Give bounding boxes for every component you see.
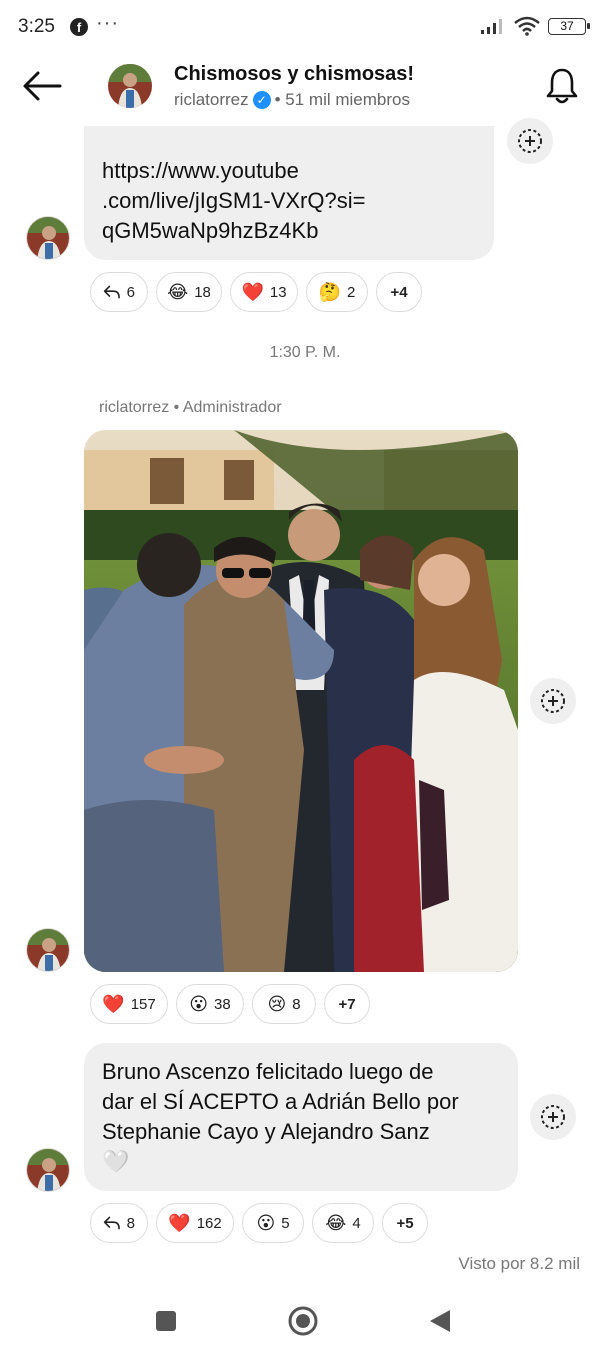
add-reaction-button[interactable] bbox=[507, 118, 553, 164]
message-photo[interactable] bbox=[84, 430, 518, 972]
nav-back-icon[interactable] bbox=[428, 1308, 452, 1334]
message-timestamp: 1:30 P. M. bbox=[269, 344, 341, 361]
heart-reaction-chip[interactable]: ❤️ 157 bbox=[90, 984, 168, 1024]
surprised-reaction-chip[interactable]: 😮 38 bbox=[176, 984, 244, 1024]
heart-reaction-chip[interactable]: ❤️ 13 bbox=[230, 272, 298, 312]
heart-reaction-chip[interactable]: ❤️ 162 bbox=[156, 1203, 234, 1243]
sad-emoji-icon: 😢 bbox=[267, 993, 287, 1014]
admin-username[interactable]: riclatorrez bbox=[174, 90, 249, 110]
laughing-reaction-chip[interactable]: 😂 18 bbox=[156, 272, 222, 312]
status-time: 3:25 bbox=[18, 16, 55, 37]
verified-badge-icon: ✓ bbox=[252, 91, 271, 109]
more-reactions-chip[interactable]: +7 bbox=[324, 984, 370, 1024]
sender-avatar[interactable] bbox=[26, 216, 70, 260]
message-line: dar el SÍ ACEPTO a Adrián Bello por bbox=[102, 1089, 459, 1114]
message-bubble-link[interactable]: https://www.youtube .com/live/jIgSM1-VXr… bbox=[84, 126, 494, 260]
reply-count-chip[interactable]: 8 bbox=[90, 1203, 148, 1243]
add-reaction-button[interactable] bbox=[530, 678, 576, 724]
thinking-reaction-chip[interactable]: 🤔 2 bbox=[306, 272, 368, 312]
message-line: .com/live/jIgSM1-VXrQ?si= bbox=[102, 188, 366, 213]
reaction-bar: 6 😂 18 ❤️ 13 🤔 2 +4 bbox=[90, 272, 422, 312]
white-heart-emoji-icon: 🤍 bbox=[102, 1149, 130, 1174]
laughing-emoji-icon: 😂 bbox=[167, 281, 189, 302]
message-bubble-text[interactable]: Bruno Ascenzo felicitado luego de dar el… bbox=[84, 1043, 518, 1191]
battery-icon: 37 bbox=[548, 17, 590, 35]
thinking-emoji-icon: 🤔 bbox=[318, 281, 342, 302]
laughing-reaction-chip[interactable]: 😂 4 bbox=[312, 1203, 374, 1243]
android-nav-bar bbox=[0, 1290, 610, 1356]
laughing-emoji-icon: 😂 bbox=[325, 1212, 347, 1233]
sender-label: riclatorrez • Administrador bbox=[99, 399, 282, 416]
signal-icon bbox=[481, 19, 502, 34]
heart-emoji-icon: ❤️ bbox=[168, 1212, 191, 1233]
status-bar: 3:25 f ··· 37 bbox=[0, 0, 610, 56]
member-count: • 51 mil miembros bbox=[274, 90, 410, 109]
add-reaction-icon bbox=[541, 689, 565, 713]
notification-bell-icon[interactable] bbox=[544, 66, 580, 106]
surprised-emoji-icon: 😮 bbox=[189, 993, 209, 1014]
recent-apps-icon[interactable] bbox=[154, 1309, 178, 1333]
heart-emoji-icon: ❤️ bbox=[102, 993, 125, 1014]
home-icon[interactable] bbox=[287, 1305, 319, 1337]
back-arrow-icon[interactable] bbox=[20, 68, 64, 104]
message-line: qGM5waNp9hzBz4Kb bbox=[102, 218, 319, 243]
sender-avatar[interactable] bbox=[26, 928, 70, 972]
heart-emoji-icon: ❤️ bbox=[241, 281, 264, 302]
reaction-bar: 8 ❤️ 162 😮 5 😂 4 +5 bbox=[90, 1203, 428, 1243]
facebook-icon: f bbox=[70, 18, 88, 36]
surprised-reaction-chip[interactable]: 😮 5 bbox=[242, 1203, 304, 1243]
group-title[interactable]: Chismosos y chismosas! bbox=[174, 63, 414, 86]
sender-avatar[interactable] bbox=[26, 1148, 70, 1192]
surprised-emoji-icon: 😮 bbox=[256, 1212, 276, 1233]
sad-reaction-chip[interactable]: 😢 8 bbox=[252, 984, 316, 1024]
add-reaction-icon bbox=[541, 1105, 565, 1129]
add-reaction-icon bbox=[518, 129, 542, 153]
reply-icon bbox=[103, 1216, 120, 1230]
message-line: Bruno Ascenzo felicitado luego de bbox=[102, 1059, 434, 1084]
group-avatar[interactable] bbox=[108, 64, 152, 108]
reaction-bar: ❤️ 157 😮 38 😢 8 +7 bbox=[90, 984, 370, 1024]
group-subtitle: riclatorrez ✓ • 51 mil miembros bbox=[174, 90, 410, 110]
message-line: Stephanie Cayo y Alejandro Sanz bbox=[102, 1119, 430, 1144]
more-reactions-chip[interactable]: +4 bbox=[376, 272, 422, 312]
reply-count-chip[interactable]: 6 bbox=[90, 272, 148, 312]
reply-icon bbox=[103, 285, 120, 299]
seen-by-count: Visto por 8.2 mil bbox=[458, 1254, 580, 1273]
message-line: https://www.youtube bbox=[102, 158, 299, 183]
more-notifications-icon: ··· bbox=[96, 12, 119, 34]
add-reaction-button[interactable] bbox=[530, 1094, 576, 1140]
wifi-icon bbox=[514, 16, 540, 36]
more-reactions-chip[interactable]: +5 bbox=[382, 1203, 428, 1243]
